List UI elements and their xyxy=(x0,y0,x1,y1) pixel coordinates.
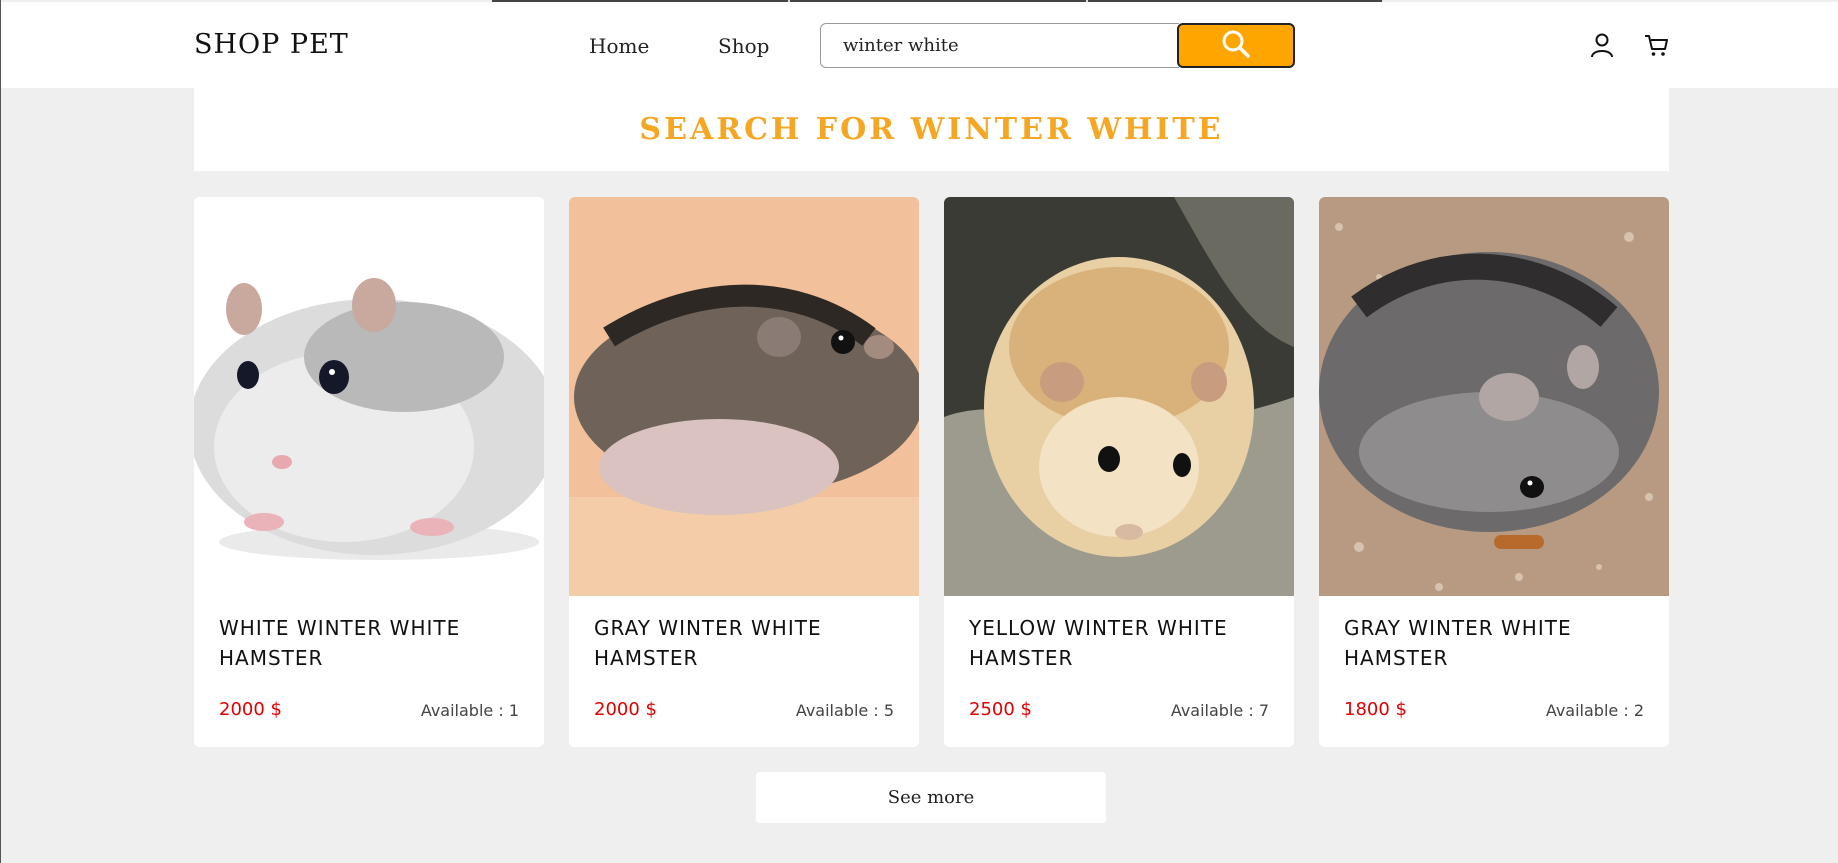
search-banner: SEARCH FOR WINTER WHITE xyxy=(194,88,1669,171)
site-header: SHOP PET Home Shop xyxy=(1,2,1838,88)
product-image xyxy=(1319,197,1669,596)
product-price: 1800 $ xyxy=(1344,699,1407,720)
product-image xyxy=(944,197,1294,596)
product-stock: Available : 1 xyxy=(420,701,519,720)
product-card[interactable]: GRAY WINTER WHITE HAMSTER 2000 $ Availab… xyxy=(569,197,919,747)
product-name: WHITE WINTER WHITE HAMSTER xyxy=(219,616,461,670)
product-stock: Available : 7 xyxy=(1170,701,1269,720)
product-price: 2000 $ xyxy=(594,699,657,720)
page-title: SEARCH FOR WINTER WHITE xyxy=(639,112,1224,147)
product-card[interactable]: WHITE WINTER WHITE HAMSTER 2000 $ Availa… xyxy=(194,197,544,747)
product-name: GRAY WINTER WHITE HAMSTER xyxy=(594,616,822,670)
search-input[interactable] xyxy=(820,23,1179,68)
product-card[interactable]: YELLOW WINTER WHITE HAMSTER 2500 $ Avail… xyxy=(944,197,1294,747)
product-name: YELLOW WINTER WHITE HAMSTER xyxy=(969,616,1228,670)
nav-shop-link[interactable]: Shop xyxy=(718,34,769,58)
see-more-button[interactable]: See more xyxy=(756,772,1106,823)
page-edge xyxy=(0,0,1,863)
product-name: GRAY WINTER WHITE HAMSTER xyxy=(1344,616,1572,670)
search-icon xyxy=(1220,28,1252,64)
user-icon[interactable] xyxy=(1587,30,1617,60)
product-stock: Available : 5 xyxy=(795,701,894,720)
product-price: 2000 $ xyxy=(219,699,282,720)
cart-icon[interactable] xyxy=(1641,30,1671,60)
product-card[interactable]: GRAY WINTER WHITE HAMSTER 1800 $ Availab… xyxy=(1319,197,1669,747)
product-stock: Available : 2 xyxy=(1545,701,1644,720)
product-image xyxy=(569,197,919,596)
product-price: 2500 $ xyxy=(969,699,1032,720)
product-image xyxy=(194,197,544,596)
logo[interactable]: SHOP PET xyxy=(194,29,349,60)
nav-home-link[interactable]: Home xyxy=(589,34,649,58)
search-button[interactable] xyxy=(1177,23,1295,68)
